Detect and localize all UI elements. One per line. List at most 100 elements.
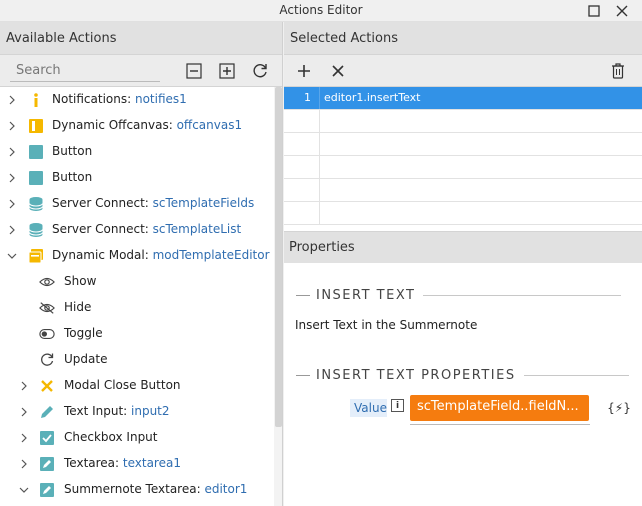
insert-text-properties-section-title: INSERT TEXT PROPERTIES [296, 368, 629, 383]
collapse-all-icon[interactable] [184, 61, 204, 81]
section-title-text: INSERT TEXT [316, 288, 416, 303]
tree-item-text: Modal Close Button [64, 378, 181, 392]
tree-item-label: Notifications: notifies1 [52, 92, 187, 106]
close-icon[interactable] [613, 2, 631, 20]
row-action: editor1.insertText [324, 91, 421, 104]
tree-item[interactable]: Update [0, 347, 274, 373]
tree-item[interactable]: Server Connect: scTemplateFields [0, 191, 274, 217]
tree-item[interactable]: Notifications: notifies1 [0, 87, 274, 113]
trash-icon[interactable] [608, 61, 628, 81]
tree-item[interactable]: Text Input: input2 [0, 399, 274, 425]
section-title-text: INSERT TEXT PROPERTIES [316, 368, 516, 383]
right-panel: Selected Actions 1 editor1.insertText Pro… [284, 22, 642, 506]
tree-item-text: Show [64, 274, 97, 288]
chevron-right-icon[interactable] [18, 458, 30, 470]
selected-action-row[interactable] [284, 179, 642, 202]
chevron-right-icon[interactable] [18, 406, 30, 418]
maximize-icon[interactable] [585, 2, 603, 20]
tree-item-text: Checkbox Input [64, 430, 158, 444]
textarea-icon [39, 456, 55, 472]
tree-item-text: Dynamic Modal: [52, 248, 153, 262]
tree-item[interactable]: Dynamic Offcanvas: offcanvas1 [0, 113, 274, 139]
tree-item-label: Textarea: textarea1 [64, 456, 181, 470]
button-icon [28, 144, 44, 160]
selected-action-row[interactable] [284, 202, 642, 225]
row-number [284, 133, 320, 155]
selected-actions-toolbar [284, 55, 642, 87]
tree-item[interactable]: Dynamic Modal: modTemplateEditor [0, 243, 274, 269]
checkbox-icon [39, 430, 55, 446]
tree-item-text: Server Connect: [52, 222, 153, 236]
tree-item-label: Server Connect: scTemplateList [52, 222, 241, 236]
value-label: Value [350, 399, 387, 417]
tree-item[interactable]: Button [0, 139, 274, 165]
tree-item-ref: modTemplateEditor [152, 248, 270, 262]
chevron-down-icon[interactable] [18, 484, 30, 496]
info-icon[interactable]: i [391, 399, 404, 412]
remove-icon[interactable] [328, 61, 348, 81]
row-number [284, 110, 320, 132]
title-bar: Actions Editor [0, 0, 642, 22]
tree-item-label: Dynamic Modal: modTemplateEditor [52, 248, 270, 262]
selected-action-row[interactable]: 1 editor1.insertText [284, 87, 642, 110]
tree-item[interactable]: Show [0, 269, 274, 295]
tree-item[interactable]: Hide [0, 295, 274, 321]
chevron-right-icon[interactable] [18, 380, 30, 392]
tree-item-text: Textarea: [64, 456, 123, 470]
tree-item[interactable]: Summernote Textarea: editor1 [0, 477, 274, 503]
value-chip[interactable]: scTemplateField..fieldN... [410, 395, 589, 421]
chevron-right-icon[interactable] [6, 146, 18, 158]
selected-actions-grid: 1 editor1.insertText [284, 87, 642, 232]
row-number [284, 179, 320, 201]
tree-item[interactable]: Textarea: textarea1 [0, 451, 274, 477]
tree-item-text: Hide [64, 300, 92, 314]
selected-action-row[interactable] [284, 133, 642, 156]
tree-item[interactable]: Toggle [0, 321, 274, 347]
tree-item[interactable]: Button [0, 165, 274, 191]
chevron-right-icon[interactable] [6, 94, 18, 106]
tree-item-label: Button [52, 170, 92, 184]
tree-item[interactable]: Server Connect: scTemplateList [0, 217, 274, 243]
tree-item-text: Toggle [64, 326, 103, 340]
tree-item-label: Modal Close Button [64, 378, 181, 392]
toggle-icon [39, 326, 55, 342]
scrollbar-thumb[interactable] [275, 87, 282, 427]
tree-item-label: Text Input: input2 [64, 404, 170, 418]
database-icon [28, 222, 44, 238]
tree-item-text: Summernote Textarea: [64, 482, 205, 496]
tree-item-label: Server Connect: scTemplateFields [52, 196, 254, 210]
chevron-right-icon[interactable] [6, 224, 18, 236]
chevron-down-icon[interactable] [6, 250, 18, 262]
tree-item-text: Dynamic Offcanvas: [52, 118, 177, 132]
tree-item-ref: textarea1 [122, 456, 181, 470]
chevron-right-icon[interactable] [6, 198, 18, 210]
close-x-icon [39, 378, 55, 394]
available-actions-header: Available Actions [0, 22, 282, 55]
insert-text-section-title: INSERT TEXT [296, 288, 622, 303]
tree-item[interactable]: Modal Close Button [0, 373, 274, 399]
chevron-right-icon[interactable] [18, 432, 30, 444]
add-icon[interactable] [294, 61, 314, 81]
available-actions-panel: Available Actions Notifications: notifie… [0, 22, 283, 506]
tree-item-label: Update [64, 352, 107, 366]
search-input[interactable] [10, 60, 160, 82]
value-field[interactable]: scTemplateField..fieldN... [410, 395, 590, 425]
tree-item-text: Button [52, 170, 93, 184]
eye-icon [39, 274, 55, 290]
dynamic-data-button[interactable]: {⚡} [607, 399, 631, 417]
pencil-icon [39, 404, 55, 420]
tree-item[interactable]: Checkbox Input [0, 425, 274, 451]
window-title: Actions Editor [279, 3, 363, 17]
search-toolbar [0, 55, 282, 87]
selected-action-row[interactable] [284, 110, 642, 133]
expand-all-icon[interactable] [217, 61, 237, 81]
selected-action-row[interactable] [284, 156, 642, 179]
chevron-right-icon[interactable] [6, 172, 18, 184]
tree-item-ref: notifies1 [134, 92, 187, 106]
chevron-right-icon[interactable] [6, 120, 18, 132]
tree-item-text: Button [52, 144, 93, 158]
tree-item-text: Notifications: [52, 92, 135, 106]
tree-item-ref: editor1 [204, 482, 248, 496]
actions-tree: Notifications: notifies1 Dynamic Offcanva… [0, 87, 274, 503]
refresh-icon[interactable] [250, 61, 270, 81]
